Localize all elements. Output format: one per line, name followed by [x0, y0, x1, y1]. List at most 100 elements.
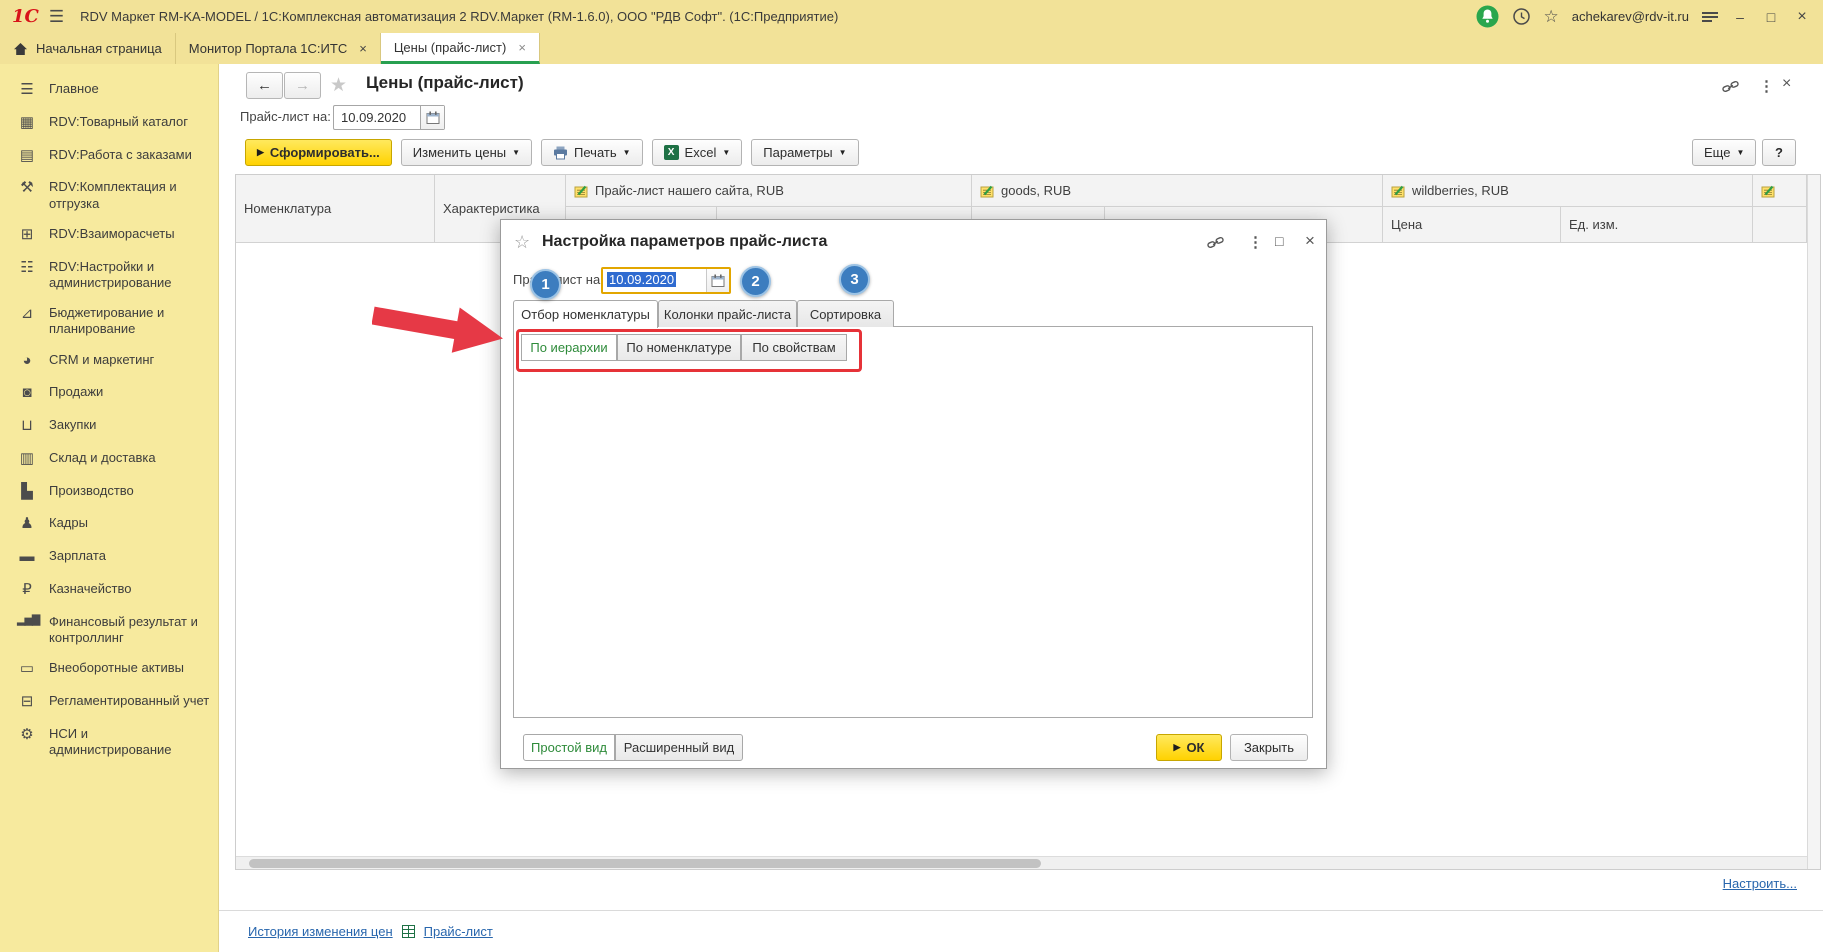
- generate-button[interactable]: ▶ Сформировать...: [245, 139, 392, 166]
- main-menu-icon[interactable]: ☰: [49, 7, 64, 27]
- sidebar-item-fixed-assets[interactable]: ▭Внеоборотные активы: [0, 653, 218, 686]
- sidebar-item-label: RDV:Взаиморасчеты: [49, 226, 175, 242]
- sidebar-item-settlements[interactable]: ⊞RDV:Взаиморасчеты: [0, 219, 218, 252]
- extended-view-button[interactable]: Расширенный вид: [615, 734, 743, 761]
- sidebar-item-label: Кадры: [49, 515, 88, 531]
- close-tab-icon[interactable]: ×: [359, 41, 367, 56]
- vertical-scrollbar[interactable]: [1807, 175, 1820, 869]
- pricelist-date-field[interactable]: 10.09.2020: [333, 105, 445, 130]
- close-page-icon[interactable]: ×: [1782, 75, 1791, 93]
- sidebar-item-label: Финансовый результат и контроллинг: [49, 614, 210, 647]
- dialog-date-value[interactable]: 10.09.2020: [603, 269, 706, 292]
- sidebar-item-hr[interactable]: ♟Кадры: [0, 508, 218, 541]
- close-button[interactable]: Закрыть: [1230, 734, 1308, 761]
- sidebar-item-regulated-accounting[interactable]: ⊟Регламентированный учет: [0, 686, 218, 719]
- sidebar-item-purchases[interactable]: ⊔Закупки: [0, 410, 218, 443]
- close-window-button[interactable]: ×: [1793, 8, 1811, 26]
- column-header-site-pricelist[interactable]: Прайс-лист нашего сайта, RUB: [566, 175, 972, 207]
- sidebar-item-financial-result[interactable]: ▂▅▇Финансовый результат и контроллинг: [0, 607, 218, 654]
- maximize-dialog-icon[interactable]: □: [1275, 233, 1283, 249]
- pricelist-date-value[interactable]: 10.09.2020: [334, 106, 420, 129]
- user-email[interactable]: achekarev@rdv-it.ru: [1572, 9, 1689, 24]
- calendar-icon[interactable]: [420, 106, 444, 129]
- back-button[interactable]: ←: [246, 72, 283, 99]
- tab-prices[interactable]: Цены (прайс-лист) ×: [381, 33, 540, 64]
- horizontal-scrollbar-thumb[interactable]: [249, 859, 1041, 868]
- close-tab-icon[interactable]: ×: [518, 40, 526, 55]
- sidebar-item-salary[interactable]: ▬Зарплата: [0, 541, 218, 574]
- get-link-icon[interactable]: [1207, 235, 1224, 251]
- sidebar-item-label: Регламентированный учет: [49, 693, 209, 709]
- minimize-button[interactable]: –: [1731, 9, 1749, 25]
- forward-button[interactable]: →: [284, 72, 321, 99]
- sidebar-item-crm-marketing[interactable]: ◕CRM и маркетинг: [0, 345, 218, 378]
- step-badge-1: 1: [530, 269, 561, 300]
- sidebar-item-product-catalog[interactable]: ▦RDV:Товарный каталог: [0, 107, 218, 140]
- get-link-icon[interactable]: [1722, 79, 1739, 95]
- history-icon[interactable]: [1512, 7, 1531, 26]
- home-icon: [13, 42, 28, 56]
- pricelist-icon: [574, 184, 588, 198]
- parameters-label: Параметры: [763, 145, 832, 160]
- dialog-date-field[interactable]: 10.09.2020: [601, 267, 731, 294]
- sidebar-item-warehouse-delivery[interactable]: ▥Склад и доставка: [0, 443, 218, 476]
- sidebar-item-sales[interactable]: ◙Продажи: [0, 377, 218, 410]
- more-menu-icon[interactable]: ⋮: [1248, 233, 1263, 251]
- sidebar-item-settings-admin[interactable]: ☷RDV:Настройки и администрирование: [0, 252, 218, 299]
- calendar-icon[interactable]: [706, 269, 729, 292]
- subcolumn-price[interactable]: Цена: [1383, 207, 1561, 243]
- chevron-down-icon: ▼: [1736, 148, 1744, 157]
- sidebar-item-production[interactable]: ▙Производство: [0, 476, 218, 509]
- sidebar-item-label: Внеоборотные активы: [49, 660, 184, 676]
- ok-button[interactable]: ▶ ОК: [1156, 734, 1222, 761]
- price-history-link[interactable]: История изменения цен: [248, 924, 393, 939]
- tab-sorting[interactable]: Сортировка: [797, 300, 894, 327]
- favorite-star-icon[interactable]: ★: [330, 74, 347, 97]
- red-arrow-annotation: [372, 296, 512, 366]
- sidebar-item-nsi-admin[interactable]: ⚙НСИ и администрирование: [0, 719, 218, 766]
- column-header-goods[interactable]: goods, RUB: [972, 175, 1383, 207]
- close-dialog-icon[interactable]: ×: [1305, 231, 1315, 251]
- tab-home[interactable]: Начальная страница: [0, 33, 176, 64]
- notifications-icon[interactable]: [1476, 5, 1499, 28]
- parameters-button[interactable]: Параметры ▼: [751, 139, 858, 166]
- subcolumn-unit[interactable]: Ед. изм.: [1561, 207, 1753, 243]
- tab-its-monitor[interactable]: Монитор Портала 1С:ИТС ×: [176, 33, 381, 64]
- tab-pricelist-columns[interactable]: Колонки прайс-листа: [658, 300, 797, 327]
- tab-label: Сортировка: [810, 307, 881, 322]
- pricelist-icon: [1761, 184, 1775, 198]
- tab-nomenclature-selection[interactable]: Отбор номенклатуры: [513, 300, 658, 328]
- sidebar-item-label: Главное: [49, 81, 99, 97]
- more-menu-icon[interactable]: ⋮: [1759, 77, 1774, 95]
- sidebar-item-treasury[interactable]: ₽Казначейство: [0, 574, 218, 607]
- axis-chart-icon: ⊿: [17, 305, 37, 324]
- order-document-icon: ▤: [17, 147, 37, 166]
- print-button[interactable]: Печать ▼: [541, 139, 643, 166]
- chevron-down-icon: ▼: [839, 148, 847, 157]
- support-menu-icon[interactable]: [1702, 10, 1718, 24]
- excel-button[interactable]: X Excel ▼: [652, 139, 743, 166]
- more-button[interactable]: Еще ▼: [1692, 139, 1756, 166]
- change-prices-button[interactable]: Изменить цены ▼: [401, 139, 532, 166]
- pricelist-link[interactable]: Прайс-лист: [424, 924, 493, 939]
- column-header-clipped[interactable]: [1753, 175, 1807, 207]
- subcolumn-label: Ед. изм.: [1569, 217, 1618, 232]
- sidebar-item-budgeting[interactable]: ⊿Бюджетирование и планирование: [0, 298, 218, 345]
- subcolumn-clipped[interactable]: [1753, 207, 1807, 243]
- printer-icon: [553, 146, 568, 160]
- configure-link[interactable]: Настроить...: [1723, 876, 1797, 891]
- pricelist-icon: [1391, 184, 1405, 198]
- sidebar-item-orders[interactable]: ▤RDV:Работа с заказами: [0, 140, 218, 173]
- maximize-button[interactable]: □: [1762, 9, 1780, 25]
- column-header-nomenclature[interactable]: Номенклатура: [236, 175, 435, 243]
- help-button[interactable]: ?: [1762, 139, 1796, 166]
- sidebar-item-main[interactable]: ☰Главное: [0, 74, 218, 107]
- pricelist-icon: [980, 184, 994, 198]
- column-header-wildberries[interactable]: wildberries, RUB: [1383, 175, 1753, 207]
- simple-view-button[interactable]: Простой вид: [523, 734, 615, 761]
- horizontal-scrollbar[interactable]: [236, 856, 1807, 869]
- favorite-star-icon[interactable]: ☆: [514, 232, 530, 253]
- sidebar-item-picking-shipping[interactable]: ⚒RDV:Комплектация и отгрузка: [0, 172, 218, 219]
- favorites-star-icon[interactable]: ☆: [1544, 8, 1559, 25]
- catalog-grid-icon: ▦: [17, 114, 37, 133]
